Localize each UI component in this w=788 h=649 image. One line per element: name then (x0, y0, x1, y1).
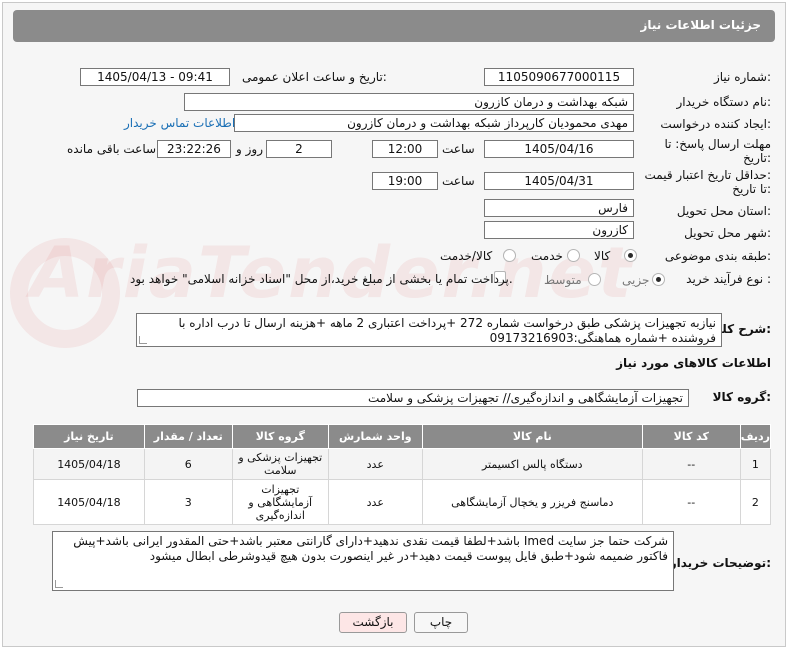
buyer-org-field[interactable]: شبکه بهداشت و درمان کازرون (184, 93, 634, 111)
goods-table-header: ردیف کد کالا نام کالا واحد شمارش گروه کا… (33, 424, 772, 449)
col-group: گروه کالا (231, 424, 329, 449)
row-name: دماسنج فریزر و یخچال آزمایشگاهی (421, 479, 643, 525)
col-index: ردیف (739, 424, 772, 449)
goods-table: ردیف کد کالا نام کالا واحد شمارش گروه کا… (33, 424, 772, 525)
process-label: نوع فرآیند خرید : (686, 272, 771, 286)
category-option-goods: کالا (594, 249, 611, 263)
row-index: 1 (739, 448, 772, 480)
goods-info-title: اطلاعات کالاهای مورد نیاز (616, 356, 771, 370)
province-label: استان محل تحویل: (676, 204, 771, 218)
col-name: نام کالا (421, 424, 643, 449)
resize-handle[interactable] (139, 336, 147, 344)
days-field[interactable]: 2 (266, 140, 332, 158)
col-code: کد کالا (641, 424, 741, 449)
page-title: جزئیات اطلاعات نیاز (640, 18, 761, 32)
deadline-date-field[interactable]: 1405/04/16 (484, 140, 634, 158)
buyer-notes-field[interactable]: شرکت حتما جز سایت Imed باشد+لطفا قیمت نق… (52, 531, 674, 591)
category-radio-goods[interactable] (624, 249, 637, 262)
validity-label-2: تا تاریخ: (732, 182, 771, 196)
treasury-payment-note: پرداخت تمام یا بخشی از مبلغ خرید،از محل … (130, 272, 513, 286)
creator-field[interactable]: مهدی محمودیان کارپرداز شبکه بهداشت و درم… (234, 114, 634, 132)
row-date: 1405/04/18 (33, 448, 145, 480)
page-header: جزئیات اطلاعات نیاز (13, 10, 775, 42)
back-button[interactable]: بازگشت (339, 612, 407, 633)
col-date: تاریخ نیاز (33, 424, 145, 449)
table-row[interactable]: 2 -- دماسنج فریزر و یخچال آزمایشگاهی عدد… (33, 479, 772, 525)
buyer-org-label: نام دستگاه خریدار: (676, 95, 772, 109)
print-button[interactable]: چاپ (414, 612, 468, 633)
need-number-label: شماره نیاز: (713, 70, 771, 84)
goods-group-field[interactable]: تجهیزات آزمایشگاهی و اندازه‌گیری// تجهیز… (137, 389, 689, 407)
deadline-label: مهلت ارسال پاسخ: تا (664, 137, 771, 151)
deadline-time-field[interactable]: 12:00 (372, 140, 438, 158)
row-unit: عدد (327, 479, 423, 525)
general-desc-text: نیازبه تجهیزات پزشکی طبق درخواست شماره 2… (178, 316, 716, 345)
category-option-service: خدمت (531, 249, 563, 263)
city-label: شهر محل تحویل: (684, 226, 771, 240)
announce-label: تاریخ و ساعت اعلان عمومی: (242, 70, 387, 84)
city-field[interactable]: کازرون (484, 221, 634, 239)
row-group: تجهیزات پزشکی و سلامت (231, 448, 329, 480)
validity-time-label: ساعت (442, 174, 475, 188)
row-index: 2 (739, 479, 772, 525)
general-desc-field[interactable]: نیازبه تجهیزات پزشکی طبق درخواست شماره 2… (136, 313, 722, 347)
resize-handle[interactable] (55, 580, 63, 588)
row-code: -- (641, 479, 741, 525)
buyer-notes-text: شرکت حتما جز سایت Imed باشد+لطفا قیمت نق… (73, 534, 668, 563)
process-radio-minor[interactable] (652, 273, 665, 286)
buyer-notes-label: توضیحات خریدار: (669, 556, 771, 570)
process-radio-medium[interactable] (588, 273, 601, 286)
category-option-goods-service: کالا/خدمت (440, 249, 493, 263)
announce-field[interactable]: 1405/04/13 - 09:41 (80, 68, 230, 86)
category-radio-goods-service[interactable] (503, 249, 516, 262)
deadline-time-label: ساعت (442, 142, 475, 156)
process-option-minor: جزیی (622, 273, 650, 287)
remaining-time-field[interactable]: 23:22:26 (157, 140, 231, 158)
row-unit: عدد (327, 448, 423, 480)
row-date: 1405/04/18 (33, 479, 145, 525)
col-unit: واحد شمارش (327, 424, 423, 449)
days-label: روز و (236, 142, 263, 156)
row-code: -- (641, 448, 741, 480)
table-row[interactable]: 1 -- دستگاه پالس اکسیمتر عدد تجهیزات پزش… (33, 448, 772, 480)
category-radio-service[interactable] (567, 249, 580, 262)
category-label: طبقه بندی موضوعی: (664, 249, 771, 263)
creator-label: ایجاد کننده درخواست: (660, 117, 771, 131)
row-name: دستگاه پالس اکسیمتر (421, 448, 643, 480)
validity-label: حداقل تاریخ اعتبار قیمت: (644, 168, 771, 182)
validity-date-field[interactable]: 1405/04/31 (484, 172, 634, 190)
col-qty: تعداد / مقدار (143, 424, 233, 449)
need-number-field[interactable]: 1105090677000115 (484, 68, 634, 86)
process-option-medium: متوسط (544, 273, 582, 287)
remaining-label: ساعت باقی مانده (67, 142, 157, 156)
goods-group-label: گروه کالا: (712, 390, 771, 404)
row-group: تجهیزات آزمایشگاهی و اندازه‌گیری (231, 479, 329, 525)
deadline-label-2: تاریخ: (743, 151, 771, 165)
validity-time-field[interactable]: 19:00 (372, 172, 438, 190)
row-qty: 6 (143, 448, 233, 480)
province-field[interactable]: فارس (484, 199, 634, 217)
contact-info-link[interactable]: اطلاعات تماس خریدار (124, 116, 235, 130)
row-qty: 3 (143, 479, 233, 525)
